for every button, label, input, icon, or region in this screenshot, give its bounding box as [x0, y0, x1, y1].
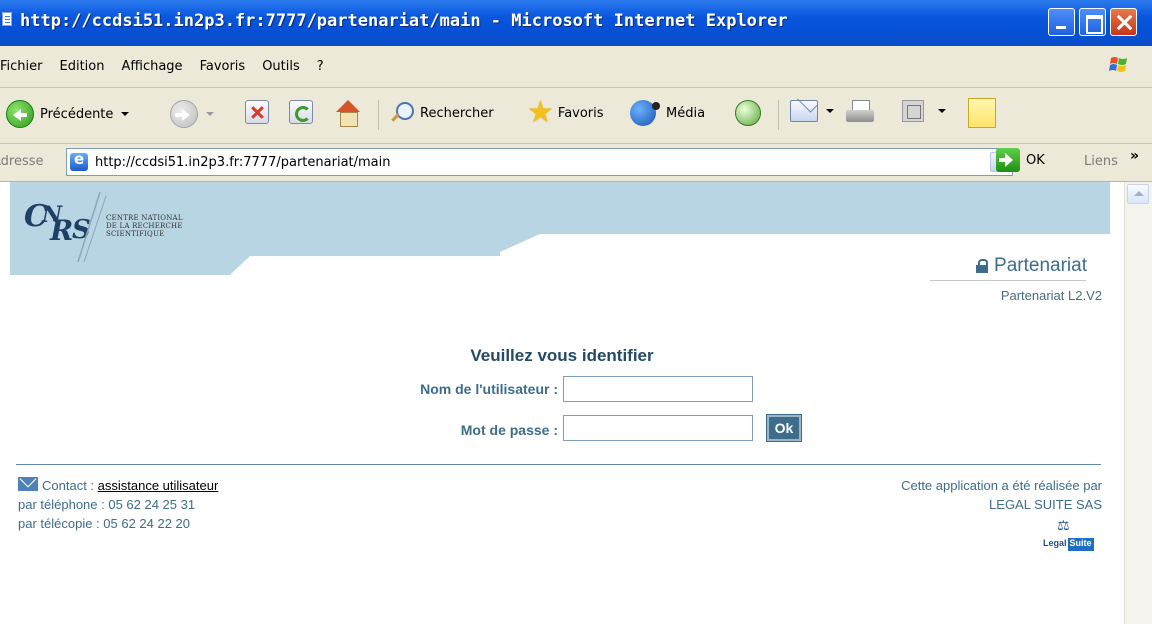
toolbar-chevron[interactable]: » — [1130, 148, 1139, 164]
search-button[interactable]: Rechercher — [388, 100, 494, 126]
maximize-button[interactable] — [1079, 8, 1106, 36]
menu-bar: Fichier Edition Affichage Favoris Outils… — [0, 46, 1152, 88]
refresh-button[interactable] — [289, 100, 313, 124]
menu-outils[interactable]: Outils — [262, 59, 300, 74]
go-label: OK — [1026, 152, 1045, 168]
windows-logo-icon — [1109, 57, 1127, 72]
contact-block: Contact : assistance utilisateur par tél… — [18, 476, 218, 533]
stop-icon — [245, 100, 269, 124]
media-label: Média — [666, 105, 706, 121]
stop-button[interactable] — [245, 100, 269, 124]
home-button[interactable] — [334, 100, 362, 128]
lock-icon — [976, 259, 989, 273]
legal-suite-wordmark: Legal Suite — [1042, 538, 1094, 551]
print-icon — [845, 100, 875, 126]
title-underline — [930, 280, 1086, 281]
org-name-line: SCIENTIFIQUE — [106, 230, 165, 238]
close-button[interactable] — [1110, 8, 1137, 36]
mail-dropdown-icon[interactable] — [826, 109, 834, 113]
contact-prefix: Contact : — [42, 478, 98, 493]
vertical-scrollbar[interactable] — [1124, 182, 1152, 624]
address-bar: Adresse http://ccdsi51.in2p3.fr:7777/par… — [0, 144, 1152, 182]
phone-line: par téléphone : 05 62 24 25 31 — [18, 497, 196, 512]
forward-dropdown-icon[interactable] — [206, 112, 214, 116]
envelope-icon — [18, 477, 38, 491]
legal-suite-logo[interactable]: ⚖ Legal Suite — [1042, 518, 1094, 554]
history-button[interactable] — [735, 100, 761, 126]
footer-divider — [16, 464, 1101, 465]
search-label: Rechercher — [420, 105, 494, 121]
search-icon — [388, 100, 414, 126]
go-arrow-icon — [996, 148, 1020, 172]
logo-word-legal: Legal — [1043, 538, 1067, 548]
minimize-button[interactable] — [1048, 8, 1075, 36]
scale-icon: ⚖ — [1057, 518, 1070, 534]
username-label: Nom de l'utilisateur : — [420, 381, 558, 397]
media-icon — [630, 100, 660, 126]
ie-icon — [70, 150, 88, 171]
svg-text:R: R — [49, 214, 73, 247]
logo-word-suite: Suite — [1067, 538, 1094, 551]
org-name-line: DE LA RECHERCHE — [106, 222, 183, 230]
toolbar-separator — [378, 100, 379, 130]
cnrs-logo: C N R S — [24, 192, 107, 262]
home-icon — [334, 100, 362, 128]
messenger-dropdown-icon[interactable] — [938, 109, 946, 113]
login-heading: Veuillez vous identifier — [470, 346, 654, 365]
messenger-icon — [902, 100, 924, 122]
go-button[interactable]: OK — [996, 148, 1045, 172]
back-dropdown-icon[interactable] — [121, 112, 130, 116]
print-button[interactable] — [845, 100, 875, 126]
mail-button[interactable] — [790, 100, 834, 122]
refresh-icon — [289, 100, 313, 124]
address-input[interactable]: http://ccdsi51.in2p3.fr:7777/partenariat… — [66, 148, 1013, 176]
links-button[interactable]: Liens — [1084, 154, 1118, 169]
messenger-button[interactable] — [902, 100, 946, 122]
favorites-label: Favoris — [557, 105, 604, 121]
username-input[interactable] — [563, 376, 753, 402]
menu-favoris[interactable]: Favoris — [200, 59, 246, 74]
notes-button[interactable] — [968, 98, 996, 128]
password-label: Mot de passe : — [460, 422, 558, 438]
fax-line: par télécopie : 05 62 24 22 20 — [18, 516, 191, 531]
menu-help[interactable]: ? — [317, 59, 324, 74]
header-banner: C N R S CENTRE NATIONAL DE LA RECHERCHE … — [10, 182, 1110, 277]
org-name: CENTRE NATIONAL DE LA RECHERCHE SCIENTIF… — [106, 214, 183, 238]
credit-block: Cette application a été réalisée par LEG… — [901, 476, 1102, 514]
favorites-button[interactable]: ★ Favoris — [527, 95, 604, 130]
back-button[interactable]: Précédente — [6, 100, 130, 128]
back-label: Précédente — [40, 106, 114, 122]
address-url[interactable]: http://ccdsi51.in2p3.fr:7777/partenariat… — [95, 155, 391, 170]
ok-button[interactable]: Ok — [766, 414, 802, 442]
page-content: C N R S CENTRE NATIONAL DE LA RECHERCHE … — [0, 182, 1124, 624]
credit-line: Cette application a été réalisée par — [901, 478, 1102, 493]
scroll-up-button[interactable] — [1127, 184, 1149, 204]
toolbar-separator — [778, 100, 779, 130]
ie-page-icon — [2, 12, 12, 26]
forward-arrow-icon — [170, 100, 198, 128]
app-version: Partenariat L2.V2 — [1000, 288, 1102, 303]
menu-affichage[interactable]: Affichage — [121, 59, 182, 74]
contact-link[interactable]: assistance utilisateur — [98, 478, 219, 493]
app-title: Partenariat — [976, 255, 1087, 277]
note-icon — [968, 98, 996, 128]
app-title-text: Partenariat — [994, 255, 1087, 276]
credit-company: LEGAL SUITE SAS — [989, 497, 1102, 512]
toolbar: Précédente Rechercher ★ Favoris Média — [0, 88, 1152, 144]
window-title: http://ccdsi51.in2p3.fr:7777/partenariat… — [20, 11, 788, 31]
address-label: Adresse — [0, 154, 44, 169]
forward-button[interactable] — [170, 100, 214, 128]
star-icon: ★ — [527, 95, 554, 130]
mail-icon — [790, 100, 818, 122]
password-input[interactable] — [563, 415, 753, 441]
menu-edition[interactable]: Edition — [60, 59, 105, 74]
history-icon — [735, 100, 761, 126]
menu-fichier[interactable]: Fichier — [0, 59, 43, 74]
back-arrow-icon — [6, 100, 34, 128]
title-bar[interactable]: http://ccdsi51.in2p3.fr:7777/partenariat… — [0, 0, 1152, 46]
media-button[interactable]: Média — [630, 100, 705, 126]
org-name-line: CENTRE NATIONAL — [106, 214, 183, 222]
